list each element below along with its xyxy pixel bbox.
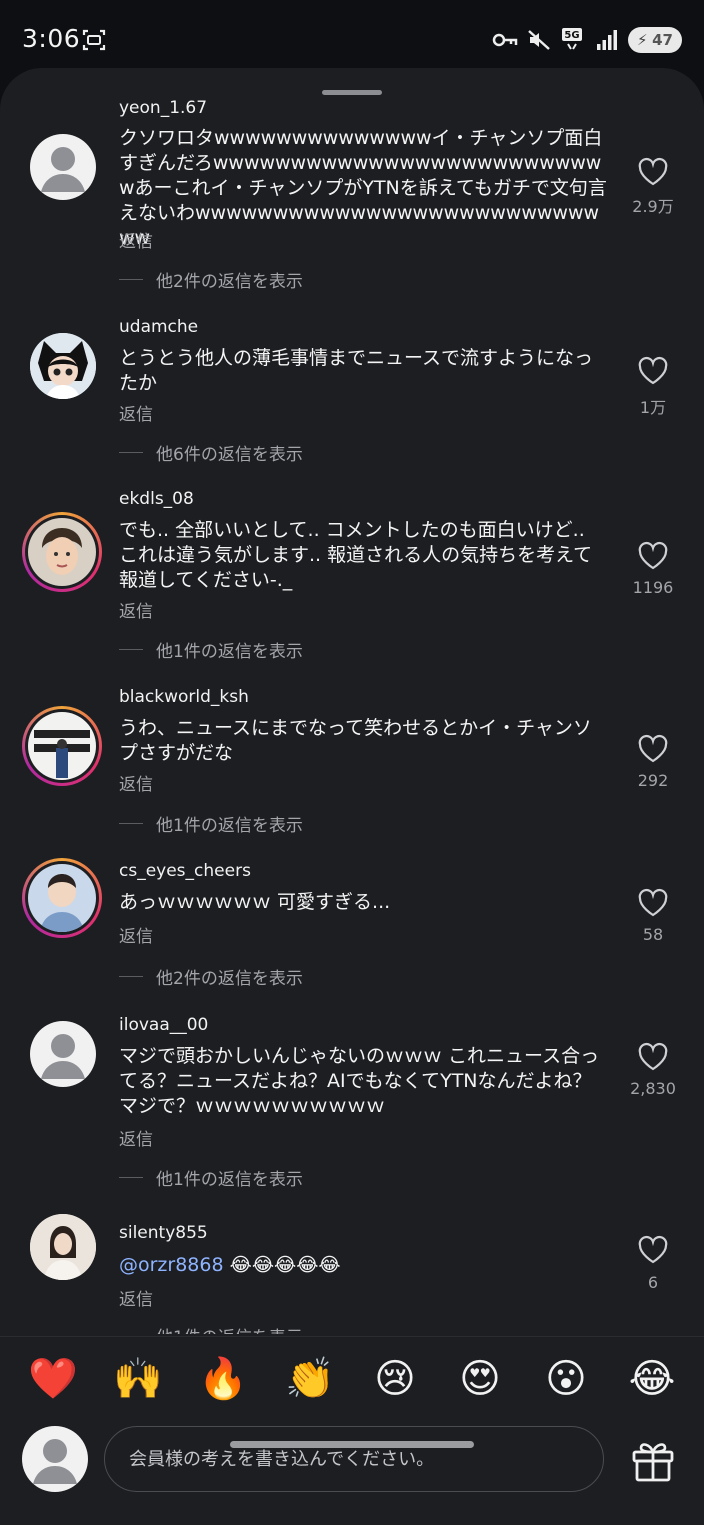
avatar[interactable] [30, 1214, 96, 1280]
like-count: 1万 [639, 398, 667, 417]
avatar[interactable] [30, 134, 96, 200]
screen-capture-icon [82, 29, 106, 51]
status-icons: 5G ⚡ 47 [492, 26, 682, 54]
signal-icon [594, 27, 620, 53]
fire-emoji-button[interactable]: 🔥 [197, 1353, 249, 1405]
view-replies-button[interactable]: 他2件の返信を表示 [156, 267, 303, 292]
heart-icon[interactable] [637, 1042, 669, 1072]
heart-emoji-button[interactable]: ❤️ [27, 1353, 79, 1405]
battery-level: 47 [652, 31, 673, 49]
comment-text: でも.. 全部いいとして.. コメントしたのも面白いけど.. これは違う気がしま… [119, 519, 593, 591]
comment-text: クソワロタwwwwwwwwwwwwwwイ・チャンソプ面白すぎんだろwwwwwww… [119, 127, 607, 249]
divider [119, 649, 143, 650]
comment-input[interactable] [104, 1426, 604, 1492]
view-replies-button[interactable]: 他1件の返信を表示 [156, 637, 303, 662]
my-avatar [22, 1426, 88, 1492]
story-ring[interactable] [22, 512, 102, 592]
divider [119, 1177, 143, 1178]
view-replies-button[interactable]: 他1件の返信を表示 [156, 1323, 303, 1334]
view-replies-button[interactable]: 他1件の返信を表示 [156, 811, 303, 836]
comment-text: マジで頭おかしいんじゃないのｗｗｗ これニュース合ってる？ニュースだよね？AIで… [119, 1045, 600, 1117]
gift-icon[interactable] [630, 1438, 676, 1484]
like-count: 6 [647, 1273, 659, 1292]
comment-username[interactable]: yeon_1.67 [119, 98, 207, 118]
heart-icon[interactable] [637, 157, 669, 187]
battery-indicator: ⚡ 47 [628, 27, 682, 53]
heart-eyes-emoji-button[interactable]: 😍 [454, 1353, 506, 1405]
avatar-image [28, 864, 96, 932]
clap-emoji-button[interactable]: 👏 [284, 1353, 336, 1405]
default-avatar-icon [41, 147, 85, 192]
heart-icon[interactable] [637, 541, 669, 571]
comment-text: とうとう他人の薄毛事情までニュースで流すようになったか [119, 347, 594, 394]
reply-button[interactable]: 返信 [119, 1125, 153, 1150]
view-replies-button[interactable]: 他2件の返信を表示 [156, 964, 303, 989]
story-ring[interactable] [22, 706, 102, 786]
view-replies-button[interactable]: 他6件の返信を表示 [156, 440, 303, 465]
comment-username[interactable]: blackworld_ksh [119, 687, 249, 707]
avatar-image [28, 518, 96, 586]
comment-emoji-text: 😂😂😂😂😂 [229, 1254, 341, 1276]
divider [119, 279, 143, 280]
home-indicator[interactable] [230, 1441, 474, 1448]
status-bar: 3:06 5G ⚡ 47 [0, 0, 704, 78]
avatar-image [30, 1214, 96, 1280]
charging-icon: ⚡ [637, 31, 648, 49]
heart-icon[interactable] [637, 1235, 669, 1265]
laughing-emoji-button[interactable]: 😂 [626, 1353, 678, 1405]
crying-emoji-button[interactable]: 😢 [369, 1353, 421, 1405]
reply-button[interactable]: 返信 [119, 770, 153, 795]
heart-icon[interactable] [637, 888, 669, 918]
avatar-image [28, 712, 96, 780]
heart-icon[interactable] [637, 734, 669, 764]
reply-button[interactable]: 返信 [119, 400, 153, 425]
comment-username[interactable]: udamche [119, 317, 198, 337]
view-replies-button[interactable]: 他1件の返信を表示 [156, 1165, 303, 1190]
heart-icon[interactable] [637, 356, 669, 386]
status-time: 3:06 [22, 24, 81, 53]
vpn-key-icon [492, 27, 518, 53]
divider [119, 976, 143, 977]
avatar[interactable] [30, 333, 96, 399]
mute-icon [526, 27, 552, 53]
comments-sheet: yeon_1.67 クソワロタwwwwwwwwwwwwwwイ・チャンソプ面白すぎ… [0, 68, 704, 1525]
comment-username[interactable]: silenty855 [119, 1223, 208, 1243]
like-count: 292 [637, 771, 669, 790]
reply-button[interactable]: 返信 [119, 597, 153, 622]
comment-text: あっｗｗｗｗｗｗ 可愛すぎる... [119, 891, 391, 913]
emoji-reaction-bar: ❤️ 🙌 🔥 👏 😢 😍 😮 😂 [0, 1336, 704, 1416]
network-5g-icon: 5G [560, 27, 586, 53]
avatar[interactable] [30, 1021, 96, 1087]
like-count: 2,830 [630, 1079, 676, 1098]
comment-username[interactable]: ilovaa__00 [119, 1015, 208, 1035]
like-count: 58 [642, 925, 664, 944]
comment-text: うわ、ニュースにまでなって笑わせるとかイ・チャンソプさすがだな [119, 717, 592, 764]
default-avatar-icon [33, 1439, 77, 1484]
divider [119, 823, 143, 824]
surprised-emoji-button[interactable]: 😮 [540, 1353, 592, 1405]
default-avatar-icon [41, 1034, 85, 1079]
comment-username[interactable]: cs_eyes_cheers [119, 861, 251, 881]
reply-button[interactable]: 返信 [119, 922, 153, 947]
raised-hands-emoji-button[interactable]: 🙌 [112, 1353, 164, 1405]
comment-username[interactable]: ekdls_08 [119, 489, 194, 509]
divider [119, 452, 143, 453]
comment-text: @orzr8868 😂😂😂😂😂 [119, 1253, 609, 1278]
comment-list[interactable]: yeon_1.67 クソワロタwwwwwwwwwwwwwwイ・チャンソプ面白すぎ… [0, 68, 704, 1334]
reply-button[interactable]: 返信 [119, 227, 153, 252]
reply-button[interactable]: 返信 [119, 1285, 153, 1310]
comment-composer [0, 1420, 704, 1500]
svg-text:5G: 5G [564, 30, 579, 41]
like-count: 1196 [632, 578, 674, 597]
story-ring[interactable] [22, 858, 102, 938]
avatar-image [30, 333, 96, 399]
user-mention[interactable]: @orzr8868 [119, 1254, 224, 1276]
like-count: 2.9万 [632, 197, 674, 216]
